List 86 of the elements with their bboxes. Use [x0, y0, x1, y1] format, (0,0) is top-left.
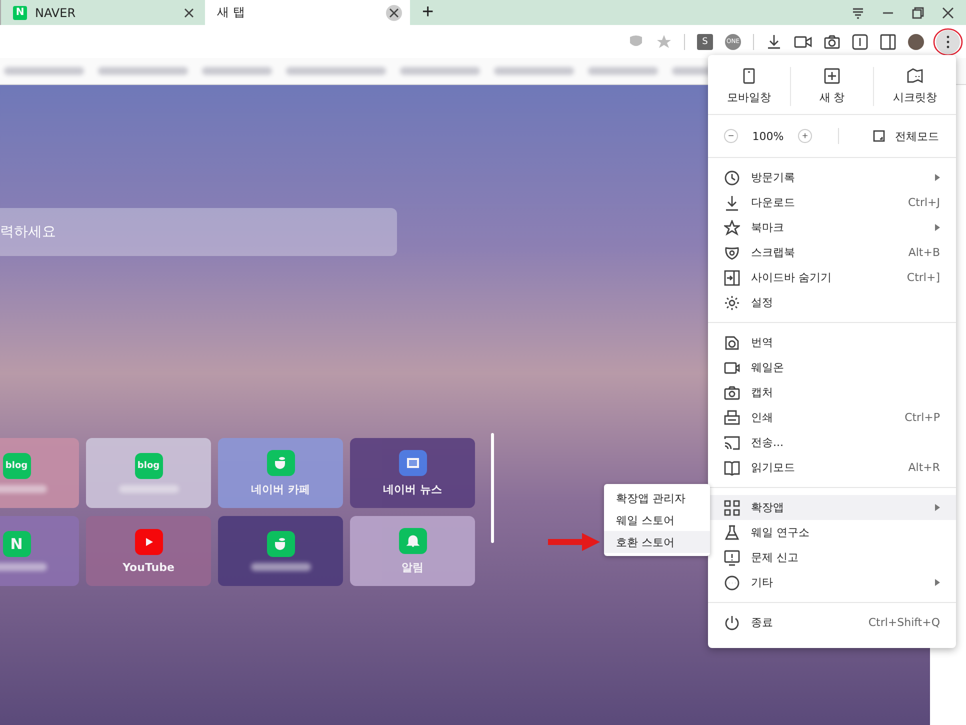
settings-icon	[724, 294, 740, 310]
menu-button[interactable]	[936, 30, 960, 54]
cast-icon	[724, 434, 740, 450]
menu-item[interactable]: 읽기모드 Alt+R	[708, 455, 956, 480]
split-view-icon[interactable]	[880, 34, 896, 50]
print-icon	[724, 410, 740, 426]
phone-icon[interactable]	[742, 68, 756, 84]
menu-item[interactable]: 전송...	[708, 430, 956, 455]
blurred-label	[118, 485, 178, 493]
newspaper-icon	[406, 456, 420, 468]
menu-item[interactable]: 사이드바 숨기기 Ctrl+]	[708, 265, 956, 290]
blurred-bookmark	[202, 67, 272, 75]
menu-item[interactable]: 웨일 연구소	[708, 520, 956, 545]
menu-item[interactable]: 북마크	[708, 215, 956, 240]
zoom-in-button[interactable]: +	[798, 129, 812, 143]
shortcut-tile[interactable]	[218, 516, 343, 586]
naver-logo: N	[10, 535, 23, 553]
more-vertical-icon	[946, 34, 950, 48]
close-icon	[389, 8, 399, 18]
submenu-item[interactable]: 호환 스토어	[604, 531, 710, 553]
bell-icon	[406, 534, 420, 548]
highlight-circle	[933, 26, 963, 56]
window-action-button[interactable]: 새 창	[790, 67, 873, 106]
favicon: N	[13, 6, 27, 20]
star-icon[interactable]	[656, 34, 672, 50]
play-icon	[144, 536, 154, 546]
download-icon[interactable]	[766, 34, 782, 50]
zoom-out-button[interactable]: −	[724, 129, 738, 143]
fullscreen-button[interactable]: 전체모드	[859, 128, 939, 144]
menu-item[interactable]: 방문기록	[708, 165, 956, 190]
shortcut-text: Ctrl+]	[906, 271, 940, 284]
new-tab-button[interactable]: +	[418, 0, 438, 25]
menu-item[interactable]: 설정	[708, 290, 956, 315]
menu-item[interactable]: 웨일온	[708, 355, 956, 380]
shortcut-text: Alt+B	[908, 246, 940, 259]
menu-item[interactable]: 확장앱	[708, 495, 956, 520]
shortcut-text: Ctrl+J	[908, 196, 940, 209]
window-action-button[interactable]: 시크릿창	[873, 67, 956, 106]
menu-item[interactable]: 문제 신고	[708, 545, 956, 570]
more-icon	[724, 574, 740, 590]
restore-icon[interactable]	[912, 6, 924, 18]
power-icon	[724, 614, 740, 630]
new-window-icon[interactable]	[824, 68, 840, 84]
tab-list-icon[interactable]	[852, 6, 864, 18]
menu-item[interactable]: 스크랩북 Alt+B	[708, 240, 956, 265]
blurred-label	[0, 563, 46, 571]
blurred-label	[0, 485, 46, 493]
menu-item[interactable]: 종료 Ctrl+Shift+Q	[708, 610, 956, 635]
blurred-label	[250, 563, 310, 571]
arrow-icon	[546, 531, 602, 553]
submenu-item[interactable]: 확장앱 관리자	[604, 487, 710, 509]
menu-item[interactable]: 번역	[708, 330, 956, 355]
book-icon	[724, 460, 740, 476]
flask-icon	[724, 524, 740, 540]
zoom-level: 100%	[751, 130, 785, 142]
menu-item[interactable]: 캡처	[708, 380, 956, 405]
video-icon	[724, 360, 740, 376]
blog-logo: blog	[137, 461, 160, 471]
window-action-button[interactable]: 모바일창	[708, 67, 790, 106]
shortcut-text: Ctrl+Shift+Q	[868, 616, 940, 629]
camera-icon[interactable]	[824, 34, 840, 50]
shortcut-text: Alt+R	[908, 461, 940, 474]
close-icon	[184, 8, 194, 18]
extension-button[interactable]: S	[697, 34, 713, 50]
close-icon[interactable]	[942, 6, 954, 18]
video-icon[interactable]	[794, 34, 812, 50]
shortcut-text: Ctrl+P	[904, 411, 940, 424]
star-icon	[724, 220, 740, 236]
grid-icon	[724, 500, 740, 516]
avatar[interactable]	[908, 34, 924, 50]
submenu-item[interactable]: 웨일 스토어	[604, 509, 710, 531]
blurred-bookmark	[588, 67, 658, 75]
shortcut-tile[interactable]: 네이버 뉴스	[350, 438, 475, 508]
browser-tab[interactable]: 새 탭	[205, 0, 410, 25]
alert-icon	[724, 550, 740, 566]
shortcut-tile[interactable]: YouTube	[86, 516, 211, 586]
fullscreen-icon	[873, 130, 885, 142]
clock-icon	[724, 170, 740, 186]
sidebar-icon	[724, 270, 740, 286]
camera-icon	[724, 384, 740, 400]
sidebar-toggle-icon[interactable]	[852, 34, 868, 50]
menu-item[interactable]: 다운로드 Ctrl+J	[708, 190, 956, 215]
download-icon	[724, 194, 740, 210]
menu-item[interactable]: 기타	[708, 570, 956, 595]
blog-logo: blog	[5, 461, 28, 471]
menu-item[interactable]: 인쇄 Ctrl+P	[708, 405, 956, 430]
